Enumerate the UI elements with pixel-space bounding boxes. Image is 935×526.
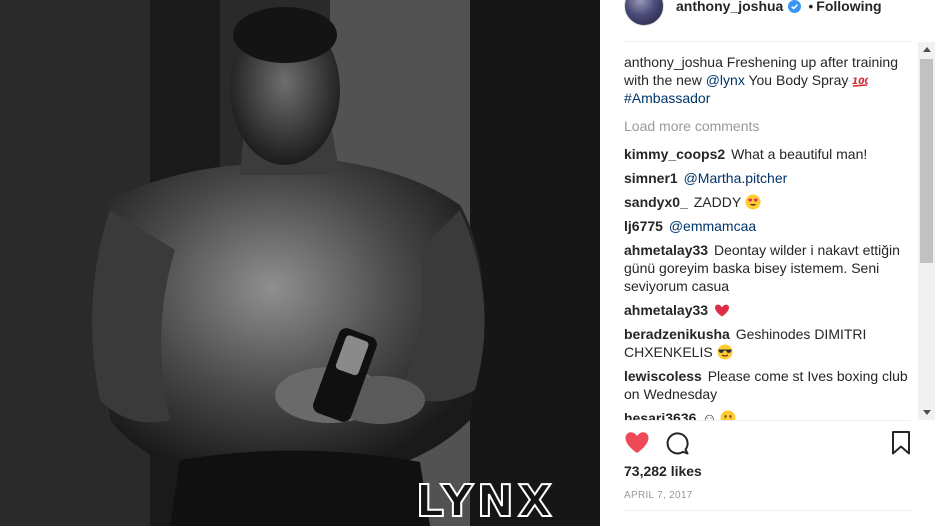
scroll-up-arrow-icon[interactable] <box>918 42 935 58</box>
bookmark-save-icon[interactable] <box>888 430 914 456</box>
post-photo[interactable]: LYNX <box>0 0 600 526</box>
comment-item: lj6775 @emmamcaa <box>624 217 916 235</box>
comment-item: simner1 @Martha.pitcher <box>624 169 916 187</box>
caption: anthony_joshua Freshening up after train… <box>624 53 916 107</box>
comment-mention[interactable]: @Martha.pitcher <box>684 170 788 186</box>
comment-item: ahmetalay33 <box>624 301 916 319</box>
comment-item: lewiscoless Please come st Ives boxing c… <box>624 367 916 403</box>
comment-username[interactable]: ahmetalay33 <box>624 242 708 258</box>
actions-divider <box>624 420 911 421</box>
bottom-divider <box>624 510 911 511</box>
following-button[interactable]: Following <box>816 0 881 14</box>
post-actions <box>624 430 911 458</box>
header-divider <box>624 41 911 42</box>
caption-text-after: You Body Spray <box>748 72 849 88</box>
photo-illustration <box>0 0 600 526</box>
comment-item: sandyx0_ ZADDY <box>624 193 916 211</box>
comment-item: kimmy_coops2 What a beautiful man! <box>624 145 916 163</box>
post-date[interactable]: APRIL 7, 2017 <box>624 490 693 501</box>
smile-emoji-icon <box>720 410 736 420</box>
caption-mention[interactable]: @lynx <box>706 72 745 88</box>
caption-username[interactable]: anthony_joshua <box>624 54 723 70</box>
comment-username[interactable]: lewiscoless <box>624 368 702 384</box>
load-more-comments-link[interactable]: Load more comments <box>624 117 916 135</box>
comment-text: What a beautiful man! <box>731 146 868 162</box>
post-author-username[interactable]: anthony_joshua <box>676 0 783 14</box>
like-heart-icon[interactable] <box>624 430 650 456</box>
comment-username[interactable]: hesari3636 <box>624 410 696 420</box>
comment-icon[interactable] <box>664 430 690 456</box>
lynx-logo: LYNX <box>415 476 556 526</box>
scroll-thumb[interactable] <box>920 59 933 263</box>
comment-username[interactable]: beradzenikusha <box>624 326 730 342</box>
heart-eyes-emoji-icon <box>745 194 761 210</box>
red-heart-emoji-icon <box>714 304 729 317</box>
verified-badge-icon <box>788 0 802 13</box>
comment-username[interactable]: sandyx0_ <box>624 194 688 210</box>
post-header: anthony_joshua • Following <box>624 0 882 26</box>
sunglasses-emoji-icon <box>717 344 733 360</box>
comment-username[interactable]: ahmetalay33 <box>624 302 708 318</box>
comment-mention[interactable]: @emmamcaa <box>669 218 756 234</box>
comment-text: ☺ <box>702 410 717 420</box>
comment-item: ahmetalay33 Deontay wilder i nakavt etti… <box>624 241 916 295</box>
scroll-down-arrow-icon[interactable] <box>918 404 935 420</box>
likes-count[interactable]: 73,282 likes <box>624 463 702 479</box>
comment-username[interactable]: simner1 <box>624 170 678 186</box>
comments-list: anthony_joshua Freshening up after train… <box>624 53 916 420</box>
avatar[interactable] <box>624 0 664 26</box>
comment-item: hesari3636 ☺ <box>624 409 916 420</box>
comment-text: ZADDY <box>693 194 741 210</box>
caption-hashtag[interactable]: #Ambassador <box>624 90 710 106</box>
comment-username[interactable]: lj6775 <box>624 218 663 234</box>
comments-scrollbar[interactable] <box>918 42 935 420</box>
comment-item: beradzenikusha Geshinodes DIMITRI CHXENK… <box>624 325 916 361</box>
separator-dot: • <box>808 0 814 14</box>
100-points-icon: 100 <box>852 77 868 87</box>
comment-username[interactable]: kimmy_coops2 <box>624 146 725 162</box>
